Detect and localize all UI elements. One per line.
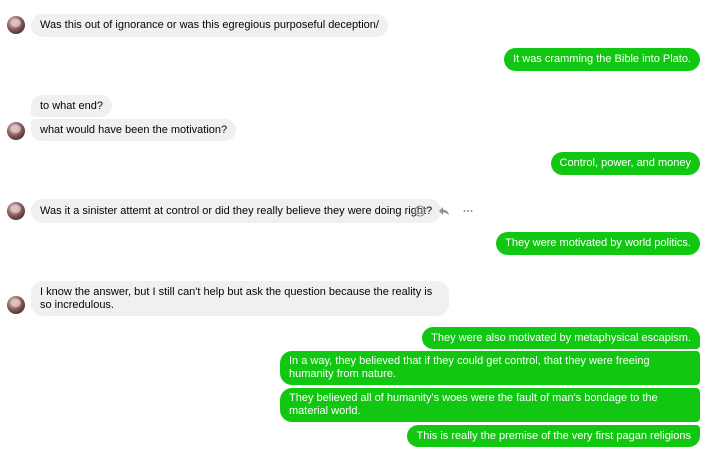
contact-avatar[interactable] <box>7 296 25 314</box>
contact-avatar[interactable] <box>7 122 25 140</box>
message-text: Was this out of ignorance or was this eg… <box>40 19 379 31</box>
message-text: They were motivated by world politics. <box>505 237 691 249</box>
message-text: to what end? <box>40 99 103 112</box>
incoming-message[interactable]: Was this out of ignorance or was this eg… <box>31 14 388 37</box>
outgoing-message[interactable]: This is really the premise of the very f… <box>407 425 700 447</box>
message-text: what would have been the motivation? <box>40 123 228 136</box>
contact-avatar[interactable] <box>7 202 25 220</box>
message-text: They were also motivated by metaphysical… <box>431 331 691 344</box>
message-thread: Was this out of ignorance or was this eg… <box>0 0 720 465</box>
message-text: Control, power, and money <box>559 157 691 169</box>
outgoing-message[interactable]: They believed all of humanity's woes wer… <box>280 388 700 422</box>
outgoing-message[interactable]: They were also motivated by metaphysical… <box>422 327 700 349</box>
emoji-react-icon[interactable] <box>414 205 426 217</box>
message-text: I know the answer, but I still can't hel… <box>40 285 433 311</box>
incoming-message[interactable]: to what end? <box>31 95 112 117</box>
message-text: They believed all of humanity's woes wer… <box>289 392 658 417</box>
message-text: It was cramming the Bible into Plato. <box>513 53 691 65</box>
outgoing-message[interactable]: They were motivated by world politics. <box>496 232 700 255</box>
reply-icon[interactable] <box>438 205 450 217</box>
message-text: In a way, they believed that if they cou… <box>289 355 650 380</box>
contact-avatar[interactable] <box>7 16 25 34</box>
incoming-message[interactable]: I know the answer, but I still can't hel… <box>31 281 449 316</box>
outgoing-message[interactable]: In a way, they believed that if they cou… <box>280 351 700 385</box>
incoming-message[interactable]: Was it a sinister attemt at control or d… <box>31 199 442 223</box>
message-actions <box>414 205 474 217</box>
outgoing-message[interactable]: Control, power, and money <box>550 152 700 175</box>
message-text: Was it a sinister attemt at control or d… <box>40 204 433 217</box>
message-text: This is really the premise of the very f… <box>416 429 691 442</box>
more-options-icon[interactable] <box>462 205 474 217</box>
incoming-message[interactable]: what would have been the motivation? <box>31 119 237 141</box>
outgoing-message[interactable]: It was cramming the Bible into Plato. <box>504 48 700 71</box>
